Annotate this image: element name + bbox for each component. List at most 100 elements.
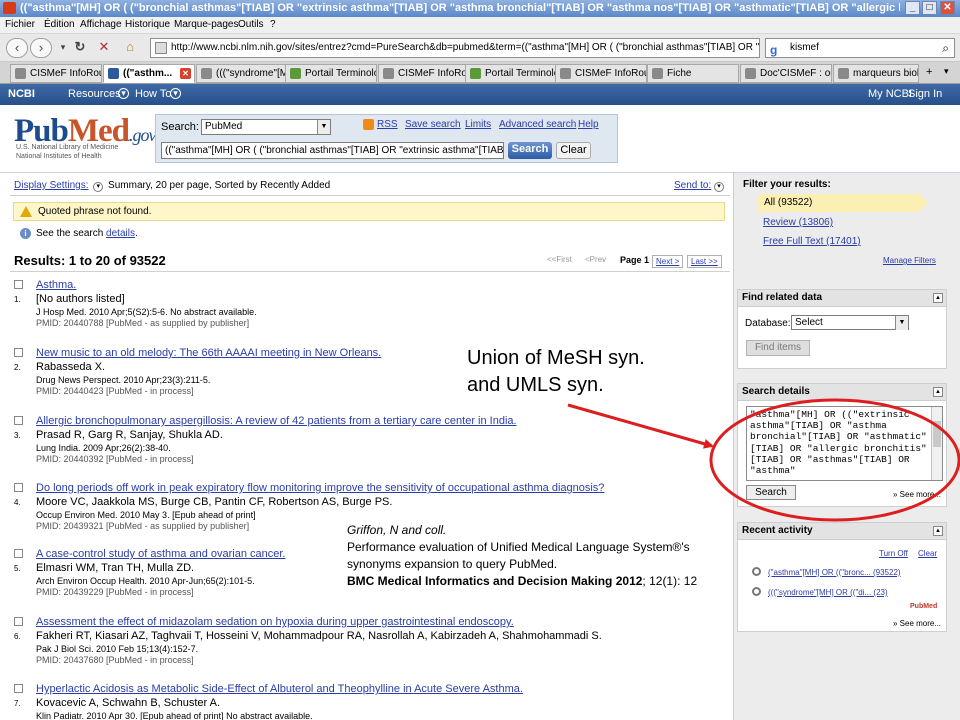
navigation-bar: ‹ › ▾ ↻ ✕ ⌂ http://www.ncbi.nlm.nih.gov/… — [0, 34, 960, 62]
tab-doc-cismef[interactable]: Doc'CISMeF : ou... — [740, 64, 832, 83]
citation-text: Griffon, N and coll. Performance evaluat… — [347, 523, 698, 588]
tab-cismef-2[interactable]: CISMeF InfoRoute — [378, 64, 470, 83]
turn-off-link[interactable]: Turn Off — [879, 549, 908, 558]
related-data-header: Find related data ▲ — [738, 290, 946, 307]
see-more-link[interactable]: » See more... — [893, 619, 941, 628]
result-title-link[interactable]: New music to an old melody: The 66th AAA… — [36, 347, 381, 359]
url-bar[interactable]: http://www.ncbi.nlm.nih.gov/sites/entrez… — [150, 38, 760, 58]
tab-portail-2[interactable]: Portail Terminolo... — [465, 64, 557, 83]
collapse-icon[interactable]: ▲ — [933, 387, 943, 397]
collapse-icon[interactable]: ▲ — [933, 526, 943, 536]
chevron-down-icon[interactable]: ▾ — [714, 182, 725, 192]
result-title-link[interactable]: A case-control study of asthma and ovari… — [36, 548, 285, 560]
find-items-button[interactable]: Find items — [746, 340, 810, 356]
see-more-link[interactable]: » See more... — [893, 490, 941, 499]
result-title-link[interactable]: Hyperlactic Acidosis as Metabolic Side-E… — [36, 683, 523, 695]
search-details-search-button[interactable]: Search — [746, 485, 796, 500]
menu-help[interactable]: ? — [270, 19, 276, 30]
result-title-link[interactable]: Allergic bronchopulmonary aspergillosis:… — [36, 415, 517, 427]
clear-activity-link[interactable]: Clear — [918, 549, 937, 558]
recent-item-2[interactable]: ((("syndrome"[MH] OR (("di... (23) — [768, 588, 888, 597]
pager-first[interactable]: <<First — [547, 255, 572, 264]
reload-icon[interactable]: ↻ — [70, 38, 90, 58]
advanced-search-link[interactable]: Advanced search — [499, 119, 576, 130]
myncbi-link[interactable]: My NCBI — [868, 88, 912, 100]
recent-item-1[interactable]: ("asthma"[MH] OR (("bronc... (93522) — [768, 568, 901, 577]
filter-all[interactable]: All (93522) — [757, 194, 928, 212]
chevron-down-icon[interactable]: ▾ — [93, 182, 104, 192]
close-window-button[interactable]: ✕ — [940, 1, 955, 15]
close-tab-icon[interactable]: ✕ — [180, 68, 191, 79]
result-checkbox[interactable] — [14, 617, 23, 626]
menu-historique[interactable]: Historique — [125, 19, 170, 30]
search-icon[interactable]: ⌕ — [942, 39, 949, 57]
pager-last[interactable]: Last >> — [687, 255, 722, 268]
tab-favicon-icon — [383, 68, 394, 79]
result-title-link[interactable]: Assessment the effect of midazolam sedat… — [36, 616, 514, 628]
tab-syndrome[interactable]: ((("syndrome"[M... — [196, 64, 288, 83]
pager-prev[interactable]: <Prev — [585, 255, 606, 264]
related-database-select[interactable]: Select ▼ — [791, 315, 909, 330]
forward-button[interactable]: › — [30, 38, 52, 58]
history-dropdown-icon[interactable]: ▾ — [56, 38, 70, 58]
scrollbar[interactable] — [931, 407, 942, 480]
search-details-textarea[interactable]: "asthma"[MH] OR (("extrinsic asthma"[TIA… — [746, 406, 943, 481]
minimize-button[interactable]: _ — [905, 1, 920, 15]
firefox-icon — [3, 2, 16, 14]
back-button[interactable]: ‹ — [6, 38, 28, 58]
result-checkbox[interactable] — [14, 348, 23, 357]
save-search-link[interactable]: Save search — [405, 119, 461, 130]
browser-search-box[interactable]: g kismef ⌕ — [765, 38, 955, 58]
result-title-link[interactable]: Asthma. — [36, 279, 76, 291]
tab-fiche[interactable]: Fiche — [647, 64, 739, 83]
filter-free-full-text[interactable]: Free Full Text (17401) — [763, 236, 861, 247]
result-checkbox[interactable] — [14, 416, 23, 425]
resources-chevron-icon[interactable]: ▾ — [118, 88, 129, 99]
home-icon[interactable]: ⌂ — [120, 38, 140, 58]
result-checkbox[interactable] — [14, 684, 23, 693]
tab-cismef-3[interactable]: CISMeF InfoRoute — [555, 64, 647, 83]
menu-outils[interactable]: Outils — [238, 19, 264, 30]
clear-button[interactable]: Clear — [556, 142, 591, 159]
pager-next[interactable]: Next > — [652, 255, 684, 268]
database-select[interactable]: PubMed ▼ — [201, 119, 331, 135]
howto-chevron-icon[interactable]: ▾ — [170, 88, 181, 99]
stop-icon[interactable]: ✕ — [94, 38, 114, 58]
menu-edition[interactable]: Édition — [44, 19, 75, 30]
tab-list-icon[interactable]: ▾ — [944, 66, 949, 77]
rss-link[interactable]: RSS — [377, 119, 398, 130]
display-settings-link[interactable]: Display Settings: — [14, 180, 88, 191]
results-column: Display Settings: ▾ Summary, 20 per page… — [0, 173, 733, 720]
menu-fichier[interactable]: Fichier — [5, 19, 35, 30]
maximize-button[interactable]: □ — [922, 1, 937, 15]
filter-review[interactable]: Review (13806) — [763, 217, 833, 228]
tab-asthma-active[interactable]: (("asthm... ✕ — [103, 64, 195, 83]
result-title-link[interactable]: Do long periods off work in peak expirat… — [36, 482, 604, 494]
collapse-icon[interactable]: ▲ — [933, 293, 943, 303]
signin-link[interactable]: Sign In — [908, 88, 942, 100]
divider — [10, 195, 730, 196]
resources-menu[interactable]: Resources — [68, 88, 121, 100]
menu-marque-pages[interactable]: Marque-pages — [174, 19, 238, 30]
limits-link[interactable]: Limits — [465, 119, 491, 130]
tab-cismef-1[interactable]: CISMeF InfoRoute — [10, 64, 102, 83]
details-link[interactable]: details — [106, 228, 135, 239]
send-to[interactable]: Send to: ▾ — [674, 180, 725, 192]
menu-affichage[interactable]: Affichage — [80, 19, 122, 30]
howto-menu[interactable]: How To — [135, 88, 171, 100]
manage-filters-link[interactable]: Manage Filters — [883, 256, 936, 265]
search-query-input[interactable]: (("asthma"[MH] OR ( ("bronchial asthmas"… — [161, 142, 504, 159]
help-link[interactable]: Help — [578, 119, 599, 130]
search-button[interactable]: Search — [508, 142, 552, 159]
result-authors: [No authors listed] — [36, 293, 125, 305]
result-pmid: PMID: 20439229 [PubMed - in process] — [36, 587, 194, 597]
pager-current: Page 1 — [620, 255, 650, 265]
tab-marqueurs[interactable]: marqueurs biolo... — [833, 64, 919, 83]
filter-panel: Filter your results: All (93522) Review … — [737, 173, 947, 271]
ncbi-logo[interactable]: NCBI — [8, 88, 35, 100]
result-checkbox[interactable] — [14, 483, 23, 492]
tab-portail-1[interactable]: Portail Terminolo... — [285, 64, 377, 83]
result-checkbox[interactable] — [14, 280, 23, 289]
result-checkbox[interactable] — [14, 549, 23, 558]
new-tab-icon[interactable]: + — [926, 66, 932, 78]
